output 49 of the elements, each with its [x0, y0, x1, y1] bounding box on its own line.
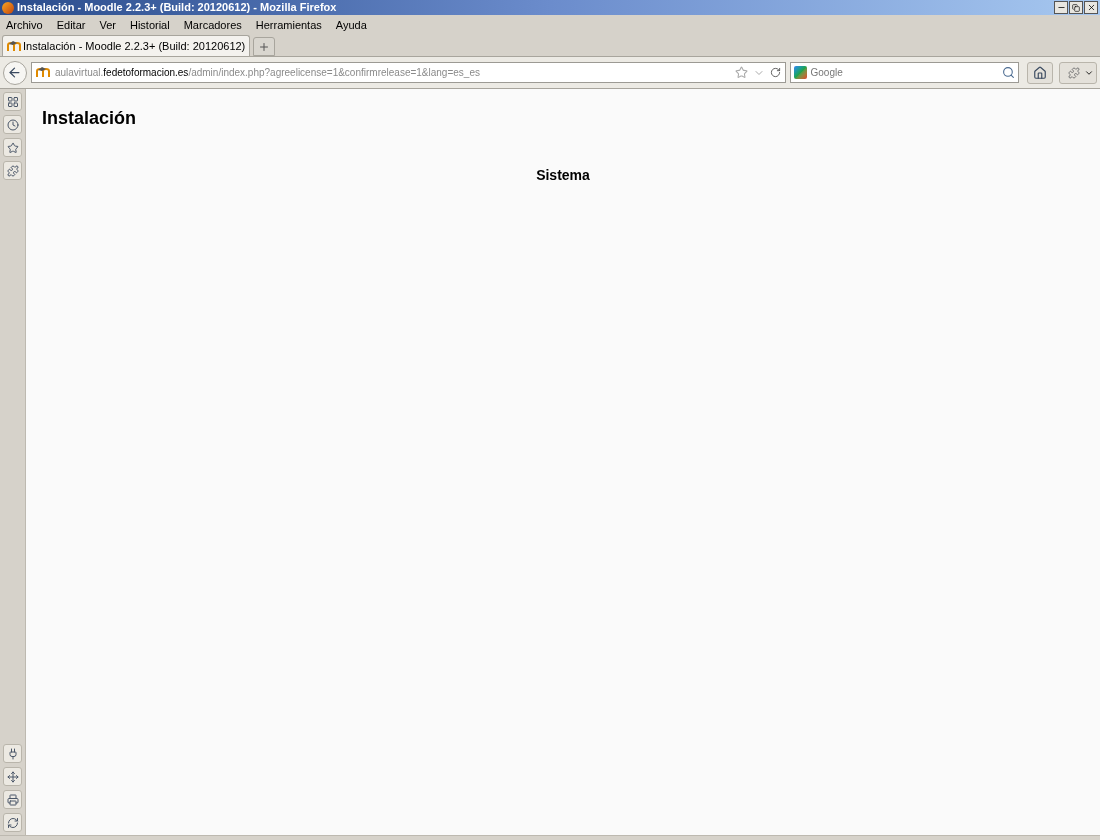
- menu-item[interactable]: Marcadores: [183, 16, 242, 34]
- url-text: aulavirtual.fedetoformacion.es/admin/index.php?agreelicense=1&confirmrelease=1&lang=es_es: [54, 66, 480, 80]
- section-heading: Sistema: [536, 166, 590, 185]
- browser-tab[interactable]: Instalación - Moodle 2.2.3+ (Build: 20120612): [2, 35, 251, 56]
- moodle-logo-icon: [35, 67, 50, 78]
- clock-icon: [6, 118, 19, 131]
- search-bar[interactable]: Google: [789, 62, 1020, 83]
- search-icon[interactable]: [1002, 66, 1016, 79]
- back-button[interactable]: [3, 60, 27, 85]
- puzzle-icon: [1068, 66, 1080, 79]
- plug-button[interactable]: [3, 744, 22, 763]
- bookmark-star-icon[interactable]: [734, 66, 748, 79]
- menu-item[interactable]: Ayuda: [335, 16, 367, 34]
- firefox-logo-icon: [2, 1, 14, 14]
- plus-icon: [258, 40, 271, 53]
- menu-item[interactable]: Herramientas: [255, 16, 322, 34]
- history-button[interactable]: [3, 115, 22, 134]
- menu-item[interactable]: Ver: [99, 16, 116, 34]
- bookmarks-button[interactable]: [3, 138, 22, 157]
- close-button[interactable]: [1084, 1, 1098, 14]
- menu-item[interactable]: Editar: [56, 16, 86, 34]
- restore-button[interactable]: [1069, 1, 1083, 14]
- home-icon: [1033, 65, 1048, 80]
- add-ons-button[interactable]: [3, 161, 22, 180]
- tab-label: Instalación - Moodle 2.2.3+ (Build: 20120612): [23, 38, 246, 54]
- move-button[interactable]: [3, 767, 22, 786]
- layout-grid-button[interactable]: [3, 92, 22, 111]
- reload-icon[interactable]: [769, 67, 781, 78]
- print-button[interactable]: [3, 790, 22, 809]
- minimize-button[interactable]: [1054, 1, 1068, 14]
- printer-icon: [6, 793, 19, 806]
- menu-item[interactable]: Archivo: [6, 16, 43, 34]
- moodle-logo-icon: [7, 40, 21, 52]
- google-logo-icon: [793, 66, 807, 79]
- plug-icon: [6, 747, 19, 760]
- sync-button[interactable]: [3, 813, 22, 832]
- search-field[interactable]: Google: [810, 65, 999, 80]
- page-heading: Instalación: [42, 107, 137, 130]
- close-icon: [1086, 3, 1096, 12]
- refresh-icon: [6, 816, 19, 829]
- restore-icon: [1072, 3, 1080, 12]
- window-title: Instalación - Moodle 2.2.3+ (Build: 20120612) - Mozilla Firefox: [17, 2, 337, 13]
- grid-icon: [6, 95, 19, 108]
- address-bar[interactable]: aulavirtual.fedetoformacion.es/admin/index.php?agreelicense=1&confirmrelease=1&lang=es_es: [30, 62, 786, 83]
- move-icon: [6, 770, 19, 783]
- home-button[interactable]: [1027, 61, 1054, 84]
- puzzle-icon: [6, 164, 19, 177]
- star-icon: [6, 141, 19, 154]
- menu-item[interactable]: Historial: [129, 16, 170, 34]
